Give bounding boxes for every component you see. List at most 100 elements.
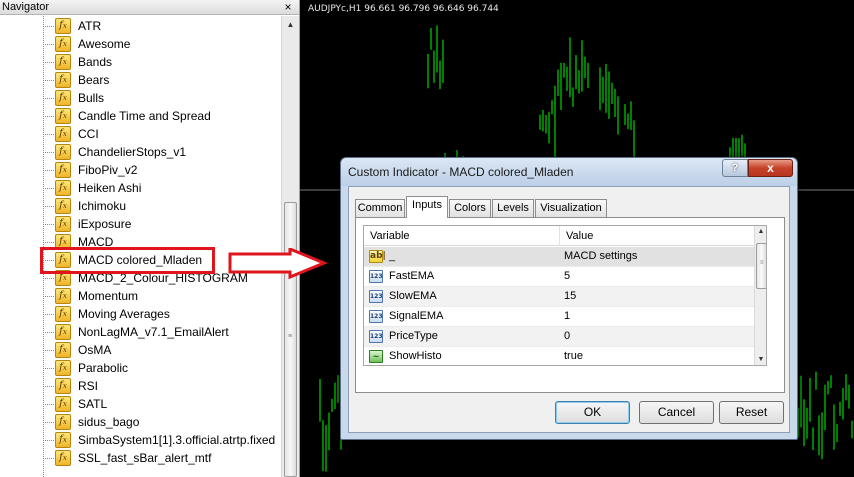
- tree-item[interactable]: fx FiboPiv_v2: [43, 161, 281, 179]
- navigator-panel: Navigator × fx ATR fx Awesome fx Bands fx Bears…: [0, 0, 300, 477]
- tree-item[interactable]: fx Bears: [43, 71, 281, 89]
- param-value[interactable]: 5: [564, 267, 570, 286]
- param-value[interactable]: 1: [564, 307, 570, 326]
- tab-common[interactable]: Common: [355, 199, 405, 217]
- custom-indicator-icon: fx: [55, 216, 71, 232]
- scrollbar-thumb[interactable]: ≡: [756, 243, 766, 289]
- param-value[interactable]: 15: [564, 287, 576, 306]
- tree-item[interactable]: fx Moving Averages: [43, 305, 281, 323]
- tree-item[interactable]: fx Momentum: [43, 287, 281, 305]
- table-row[interactable]: 123 SignalEMA 1: [364, 307, 754, 327]
- tree-item[interactable]: fx NonLagMA_v7.1_EmailAlert: [43, 323, 281, 341]
- dialog-close-button[interactable]: x: [748, 159, 793, 177]
- string-param-icon: ab|: [369, 250, 386, 263]
- tree-item[interactable]: fx iExposure: [43, 215, 281, 233]
- inputs-scrollbar[interactable]: ▲ ≡ ▼: [754, 226, 766, 365]
- scroll-down-arrow-icon[interactable]: ▼: [755, 356, 766, 363]
- reset-button[interactable]: Reset: [719, 401, 784, 424]
- param-value[interactable]: MACD settings: [564, 247, 637, 266]
- cancel-button[interactable]: Cancel: [639, 401, 714, 424]
- custom-indicator-icon: fx: [55, 180, 71, 196]
- column-header-variable[interactable]: Variable: [364, 226, 560, 246]
- tree-item[interactable]: fx SATL: [43, 395, 281, 413]
- tab-inputs[interactable]: Inputs: [406, 196, 448, 218]
- custom-indicator-icon: fx: [55, 18, 71, 34]
- scrollbar-thumb[interactable]: ≡: [284, 202, 297, 477]
- tree-item-label: CCI: [78, 127, 99, 141]
- tree-item[interactable]: fx SSL_fast_sBar_alert_mtf: [43, 449, 281, 467]
- tree-branch-line: [43, 422, 54, 423]
- table-header: Variable Value: [364, 226, 754, 246]
- tab-levels[interactable]: Levels: [492, 199, 534, 217]
- tree-item[interactable]: fx Bulls: [43, 89, 281, 107]
- table-row[interactable]: 123 SlowEMA 15: [364, 287, 754, 307]
- integer-param-icon: 123: [369, 270, 383, 283]
- bool-param-icon: ~: [369, 350, 383, 363]
- tab-visualization[interactable]: Visualization: [535, 199, 607, 217]
- inputs-table: Variable Value ab| _ MACD settings 123 FastE…: [363, 225, 767, 366]
- custom-indicator-icon: fx: [55, 90, 71, 106]
- param-value[interactable]: 0: [564, 327, 570, 346]
- custom-indicator-icon: fx: [55, 378, 71, 394]
- tree-item[interactable]: fx ChandelierStops_v1: [43, 143, 281, 161]
- scrollbar-grip-icon: ≡: [288, 333, 293, 340]
- param-variable: _: [389, 250, 396, 262]
- navigator-close-button[interactable]: ×: [282, 0, 294, 14]
- tree-branch-line: [43, 80, 54, 81]
- table-row[interactable]: ~ ShowHisto true: [364, 347, 754, 365]
- tree-branch-line: [43, 332, 54, 333]
- annotation-arrow-icon: [228, 248, 328, 280]
- tree-item[interactable]: fx sidus_bago: [43, 413, 281, 431]
- custom-indicator-icon: fx: [55, 126, 71, 142]
- tree-item[interactable]: fx OsMA: [43, 341, 281, 359]
- tree-branch-line: [43, 224, 54, 225]
- tree-item-label: OsMA: [78, 343, 112, 357]
- table-row[interactable]: 123 PriceType 0: [364, 327, 754, 347]
- dialog-body: Common Inputs Colors Levels Visualizatio…: [348, 186, 790, 433]
- tree-item[interactable]: fx Parabolic: [43, 359, 281, 377]
- scrollbar-grip-icon: ≡: [760, 260, 764, 266]
- param-variable: SignalEMA: [389, 310, 444, 322]
- tree-item-label: RSI: [78, 379, 99, 393]
- custom-indicator-icon: fx: [55, 324, 71, 340]
- tree-branch-line: [43, 134, 54, 135]
- custom-indicator-icon: fx: [55, 342, 71, 358]
- tree-item[interactable]: fx Heiken Ashi: [43, 179, 281, 197]
- tree-item-label: Bears: [78, 73, 110, 87]
- navigator-scrollbar[interactable]: ▲ ≡: [281, 16, 299, 477]
- tab-colors[interactable]: Colors: [449, 199, 491, 217]
- help-button[interactable]: ?: [722, 159, 748, 177]
- custom-indicator-dialog: Custom Indicator - MACD colored_Mladen ?…: [340, 157, 798, 440]
- column-header-value[interactable]: Value: [560, 226, 754, 246]
- table-row[interactable]: 123 FastEMA 5: [364, 267, 754, 287]
- tree-item[interactable]: fx Candle Time and Spread: [43, 107, 281, 125]
- custom-indicator-icon: fx: [55, 162, 71, 178]
- tree-item[interactable]: fx RSI: [43, 377, 281, 395]
- inputs-tab-panel: Variable Value ab| _ MACD settings 123 FastE…: [355, 217, 785, 393]
- tree-branch-line: [43, 458, 54, 459]
- tree-item-label: Heiken Ashi: [78, 181, 142, 195]
- dialog-titlebar[interactable]: Custom Indicator - MACD colored_Mladen ?…: [341, 158, 797, 186]
- tree-item[interactable]: fx ATR: [43, 17, 281, 35]
- tree-item[interactable]: fx SimbaSystem1[1].3.official.atrtp.fixed: [43, 431, 281, 449]
- tree-branch-line: [43, 386, 54, 387]
- ok-button[interactable]: OK: [555, 401, 630, 424]
- param-value[interactable]: true: [564, 347, 583, 365]
- tree-item[interactable]: fx Bands: [43, 53, 281, 71]
- tree-branch-line: [43, 440, 54, 441]
- custom-indicator-icon: fx: [55, 36, 71, 52]
- tree-item-label: Parabolic: [78, 361, 129, 375]
- tree-item[interactable]: fx Awesome: [43, 35, 281, 53]
- tree-branch-line: [43, 350, 54, 351]
- tree-item[interactable]: fx CCI: [43, 125, 281, 143]
- tree-item-label: SimbaSystem1[1].3.official.atrtp.fixed: [78, 433, 276, 447]
- scroll-up-arrow-icon[interactable]: ▲: [282, 16, 299, 33]
- tree-branch-line: [43, 404, 54, 405]
- tree-item[interactable]: fx Ichimoku: [43, 197, 281, 215]
- scroll-up-arrow-icon[interactable]: ▲: [755, 228, 766, 235]
- tree-item-label: Bulls: [78, 91, 105, 105]
- navigator-title: Navigator: [2, 1, 50, 13]
- tree-item-label: Candle Time and Spread: [78, 109, 211, 123]
- table-row[interactable]: ab| _ MACD settings: [364, 247, 754, 267]
- highlight-annotation-box: [40, 247, 215, 274]
